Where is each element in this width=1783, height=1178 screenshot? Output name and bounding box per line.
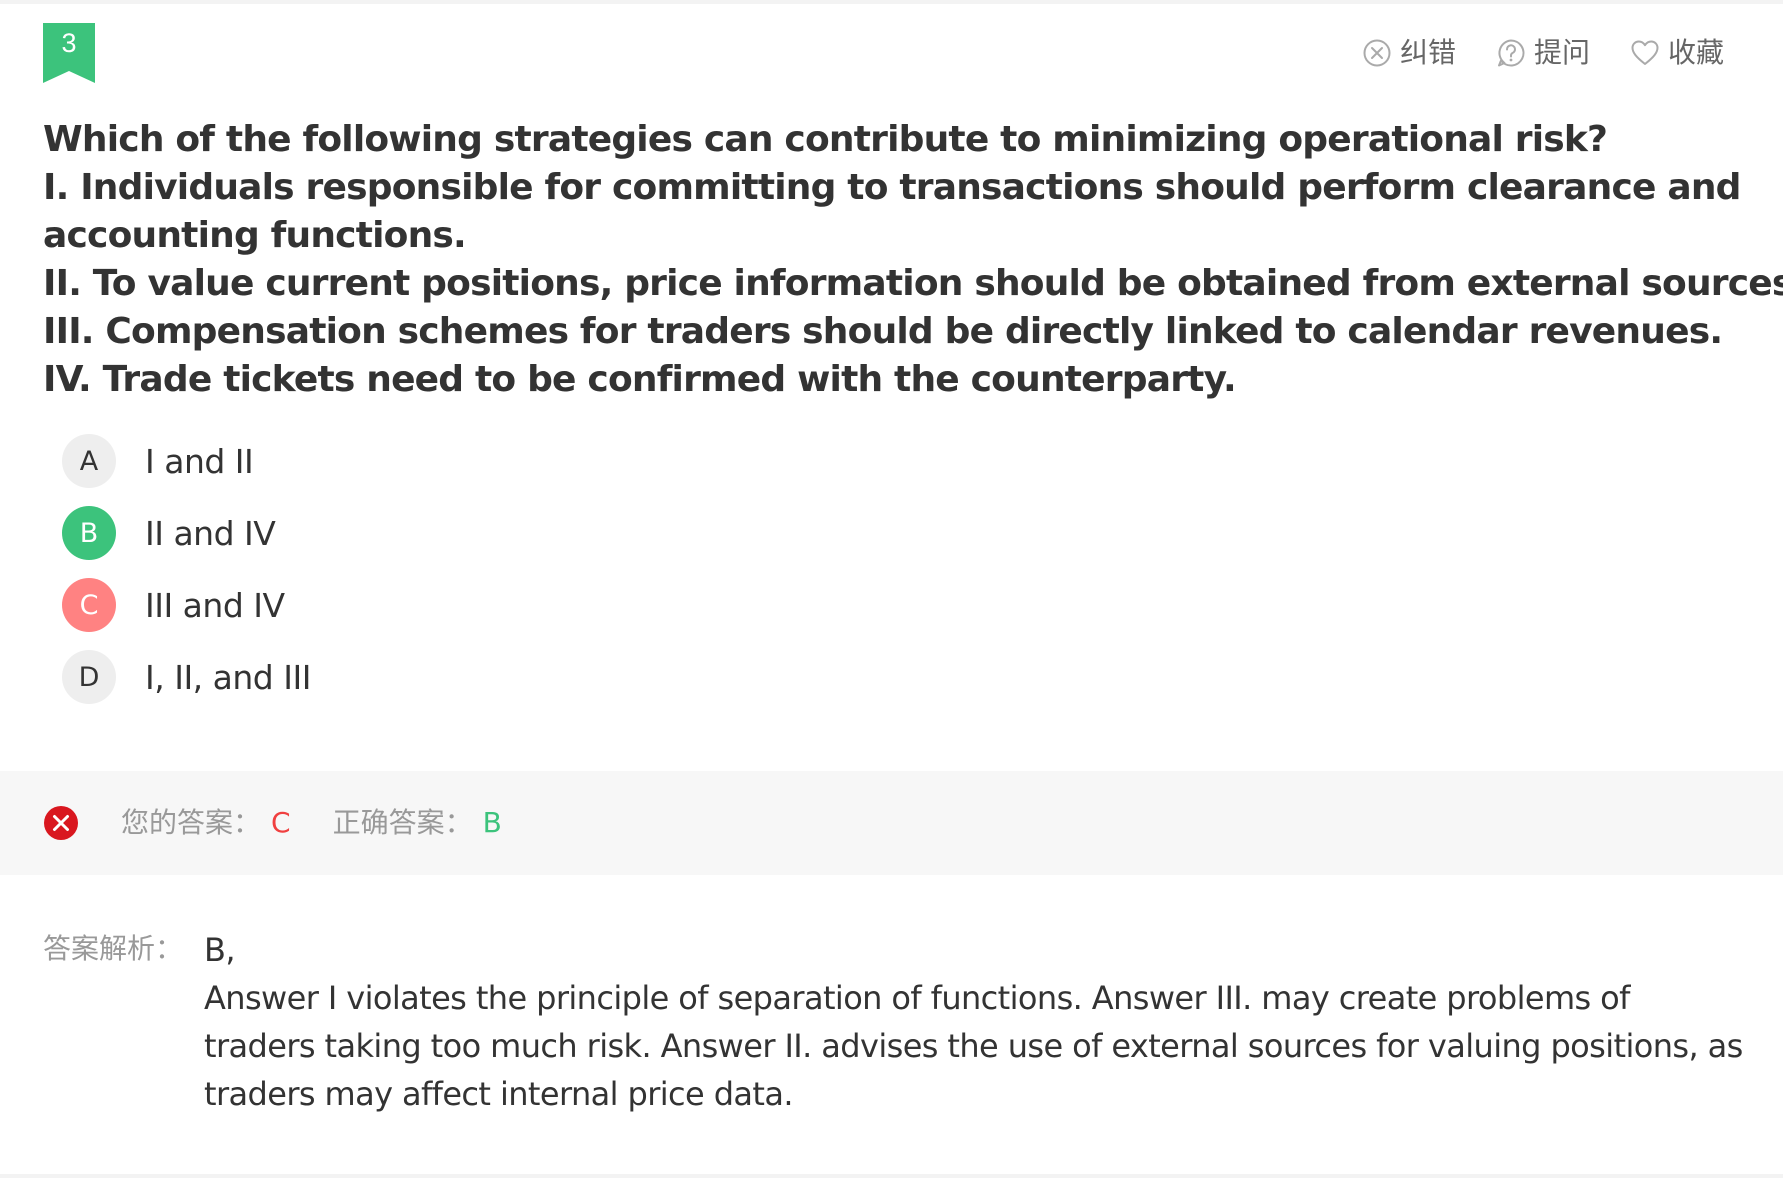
- top-divider: [0, 0, 1783, 4]
- question-line: IV. Trade tickets need to be confirmed w…: [43, 359, 1237, 400]
- bottom-divider: [0, 1174, 1783, 1178]
- question-line: III. Compensation schemes for traders sh…: [43, 311, 1723, 352]
- answer-result-bar: 您的答案： C 正确答案： B: [0, 771, 1783, 875]
- question-stem: Which of the following strategies can co…: [43, 116, 1783, 404]
- option-letter-badge: D: [62, 650, 116, 704]
- answer-summary: 您的答案： C 正确答案： B: [121, 804, 502, 842]
- option-text: I and II: [145, 441, 254, 481]
- question-line: I. Individuals responsible for committin…: [43, 167, 1741, 208]
- heart-icon: [1631, 40, 1659, 65]
- correct-answer-label: 正确答案：: [332, 806, 473, 839]
- option-text: III and IV: [145, 585, 285, 625]
- wrong-answer-icon: [43, 805, 79, 841]
- question-toolbar: 纠错 提问 收藏: [1362, 36, 1724, 70]
- correct-answer-value: B: [482, 806, 502, 839]
- close-circle-icon: [1363, 39, 1391, 67]
- question-bubble-icon: [1497, 39, 1525, 67]
- analysis-line: traders may affect internal price data.: [204, 1075, 794, 1113]
- question-line: accounting functions.: [43, 215, 467, 256]
- option-letter-badge: A: [62, 434, 116, 488]
- error-x-icon: [44, 806, 78, 840]
- report-error-label: 纠错: [1399, 36, 1456, 69]
- ask-question-label: 提问: [1533, 36, 1590, 69]
- option-a[interactable]: A I and II: [62, 434, 311, 488]
- analysis-line: Answer I violates the principle of separ…: [204, 979, 1630, 1017]
- analysis-label: 答案解析：: [43, 932, 184, 965]
- option-letter-badge-correct: B: [62, 506, 116, 560]
- answer-options: A I and II B II and IV C III and IV D I,…: [62, 434, 311, 722]
- question-line: Which of the following strategies can co…: [43, 119, 1608, 160]
- analysis-line: traders taking too much risk. Answer II.…: [204, 1027, 1743, 1065]
- favorite-button[interactable]: 收藏: [1630, 36, 1724, 70]
- question-number-badge: 3: [43, 23, 95, 83]
- question-line: II. To value current positions, price in…: [43, 263, 1783, 304]
- favorite-label: 收藏: [1667, 36, 1724, 69]
- question-number: 3: [61, 28, 77, 58]
- your-answer-label: 您的答案：: [121, 806, 262, 839]
- option-letter-badge-wrong: C: [62, 578, 116, 632]
- option-c[interactable]: C III and IV: [62, 578, 311, 632]
- option-b[interactable]: B II and IV: [62, 506, 311, 560]
- your-answer-value: C: [271, 806, 291, 839]
- report-error-button[interactable]: 纠错: [1362, 36, 1456, 70]
- analysis-text: B, Answer I violates the principle of se…: [204, 926, 1744, 1118]
- analysis-line: B,: [204, 931, 236, 969]
- option-text: II and IV: [145, 513, 276, 553]
- option-d[interactable]: D I, II, and III: [62, 650, 311, 704]
- option-text: I, II, and III: [145, 657, 311, 697]
- ask-question-button[interactable]: 提问: [1496, 36, 1590, 70]
